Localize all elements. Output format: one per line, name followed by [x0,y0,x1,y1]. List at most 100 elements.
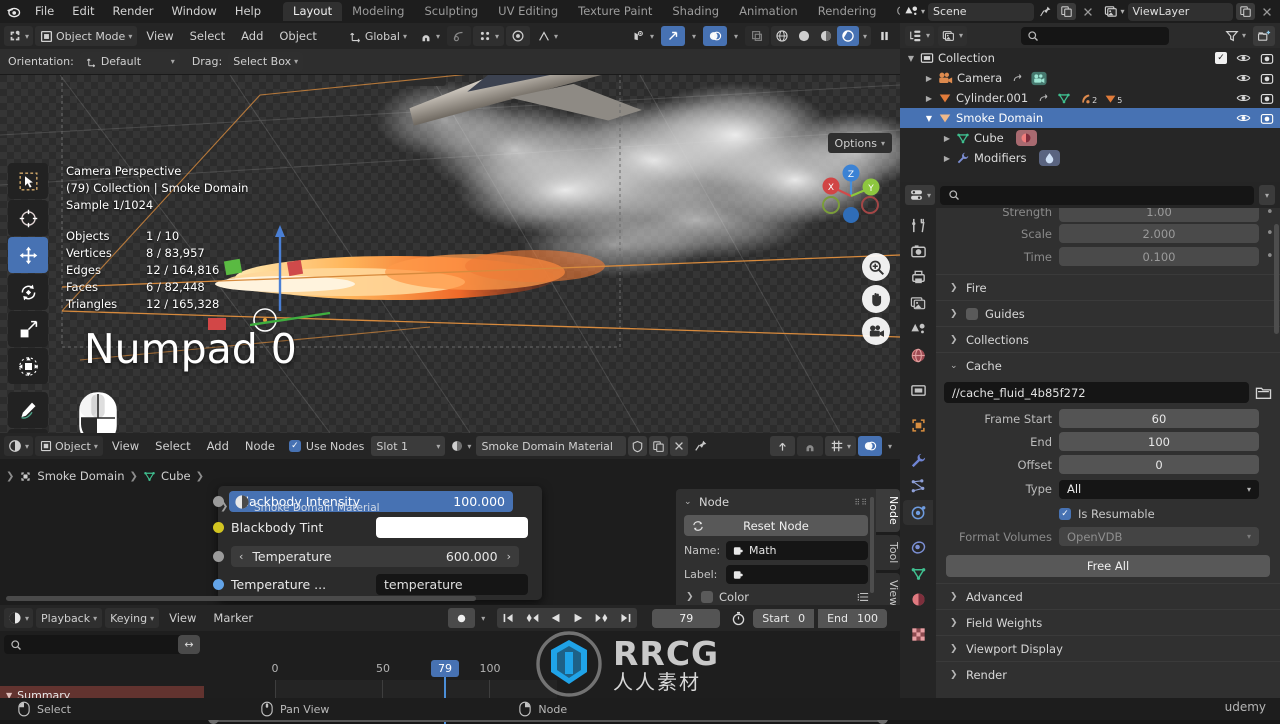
cache-path-input[interactable]: //cache_fluid_4b85f272 [944,382,1249,403]
proportional-falloff-icon[interactable]: ▾ [472,26,504,46]
pan-hand-icon[interactable] [862,285,890,313]
channel-search-input[interactable] [4,635,184,654]
node-menu-view[interactable]: View [105,436,146,456]
properties-tab-constraints[interactable] [903,535,933,560]
material-browse-icon[interactable]: ▾ [447,436,474,456]
material-icon[interactable] [1015,130,1037,146]
camera-render-icon[interactable] [1260,72,1274,85]
properties-tab-collection[interactable] [903,378,933,403]
animate-dot-icon[interactable]: • [1266,208,1274,220]
node-panel-header[interactable]: ⌄ Node ⠿⠿ [676,489,876,513]
properties-tab-world[interactable] [903,343,933,368]
annotate-tool[interactable] [8,392,48,428]
node-expand-chevron-icon[interactable]: ❯ [220,501,228,512]
mesh-data-icon[interactable] [1057,91,1071,105]
properties-tab-material[interactable] [903,587,933,612]
viewlayer-name-field[interactable]: ViewLayer [1127,2,1233,21]
animate-dot-icon[interactable]: • [1266,249,1274,264]
offset-value[interactable]: 0 [1059,455,1259,474]
end-frame-field[interactable]: End 100 [818,608,887,628]
cache-end-value[interactable]: 100 [1059,432,1259,451]
properties-search-input[interactable] [940,185,1254,205]
expand-triangle-icon[interactable]: ▶ [924,74,934,83]
viewport-menu-add[interactable]: Add [234,26,270,46]
properties-section-fire[interactable]: ❯ Fire [936,274,1280,300]
reset-node-button[interactable]: Reset Node [684,515,868,536]
proportional-curve-icon[interactable]: ▾ [532,26,563,46]
menu-window[interactable]: Window [162,0,225,23]
properties-tab-modifier[interactable] [903,448,933,473]
node-socket-icon[interactable] [213,522,224,533]
snap-magnet-icon[interactable]: ▾ [414,26,445,46]
material-slot-selector[interactable]: Slot 1 ▾ [371,436,446,456]
node-label-input[interactable] [726,565,868,584]
guides-checkbox[interactable] [966,307,978,320]
gizmo-dropdown-icon[interactable]: ▾ [687,26,701,46]
blackbody-tint-color-swatch[interactable] [376,517,528,538]
viewport-options-button[interactable]: Options ▾ [827,133,892,153]
shader-type-selector[interactable]: Object ▾ [35,436,103,456]
tab-uv-editing[interactable]: UV Editing [488,2,568,21]
drag-selector[interactable]: Select Box ▾ [228,51,304,72]
format-volumes-dropdown[interactable]: OpenVDB ▾ [1059,527,1259,546]
expand-triangle-icon[interactable]: ▼ [924,114,934,123]
node-sidebar-tab-node[interactable]: Node [876,489,900,532]
expand-triangle-icon[interactable]: ▶ [942,154,952,163]
properties-section-collections[interactable]: ❯ Collections [936,326,1280,352]
jump-to-end-icon[interactable] [614,608,637,628]
shading-dropdown-icon[interactable]: ▾ [859,26,871,46]
pin-icon[interactable] [690,436,712,456]
list-options-icon[interactable]: ⁝☰ [857,591,869,604]
animate-dot-icon[interactable]: • [1266,226,1274,241]
node-menu-node[interactable]: Node [238,436,282,456]
auto-keying-button[interactable] [448,608,476,628]
timeline-menu-marker[interactable]: Marker [206,608,260,628]
orientation-selector[interactable]: Default ▾ [79,51,180,72]
eye-icon[interactable] [1236,112,1251,124]
pin-scene-icon[interactable] [1037,5,1054,18]
tab-sculpting[interactable]: Sculpting [414,2,488,21]
properties-tab-data[interactable] [903,561,933,586]
eye-icon[interactable] [1236,52,1251,64]
properties-section-cache[interactable]: ⌄ Cache [936,352,1280,378]
filter-toggle-icon[interactable]: ↔ [178,635,200,654]
eye-icon[interactable] [1236,72,1251,84]
filter-funnel-icon[interactable]: ▾ [1222,26,1249,46]
properties-section-guides[interactable]: ❯ Guides [936,300,1280,326]
properties-tab-tool[interactable] [903,213,933,238]
breadcrumb-object[interactable]: Smoke Domain [37,469,124,483]
node-menu-add[interactable]: Add [200,436,236,456]
properties-tab-texture[interactable] [903,622,933,647]
outliner-row-smoke-domain[interactable]: ▼ Smoke Domain [900,108,1280,128]
snap-magnet-node-icon[interactable] [796,436,823,456]
camera-view-icon[interactable] [862,317,890,345]
jump-to-start-icon[interactable] [497,608,520,628]
fake-user-shield-icon[interactable] [628,436,648,456]
menu-edit[interactable]: Edit [63,0,103,23]
proportional-edit-icon[interactable] [446,26,471,46]
timeline-body[interactable]: ↔ ▼ Summary 0 50 100 79 [0,631,900,724]
node-editor-canvas[interactable]: ❯ Smoke Domain ❯ Cube ❯ Blackbody Intens… [0,459,900,605]
properties-section-field-weights[interactable]: ❯ Field Weights [936,609,1280,635]
fluid-modifier-icon[interactable] [1038,150,1060,166]
navigation-gizmo[interactable]: Z X Y [818,163,884,229]
scale-value[interactable]: 2.000 [1059,224,1259,243]
zoom-icon[interactable] [862,253,890,281]
viewport-menu-select[interactable]: Select [183,26,232,46]
outliner-row-cylinder[interactable]: ▶ Cylinder.001 2 5 [900,88,1280,108]
outliner-row-collection[interactable]: ▼ Collection ✓ [900,48,1280,68]
object-mode-selector[interactable]: Object Mode ▾ [35,26,138,46]
outliner-row-cube[interactable]: ▶ Cube [900,128,1280,148]
modifier-icon-group[interactable]: 2 [1079,92,1097,105]
outliner-row-camera[interactable]: ▶ Camera [900,68,1280,88]
node-name-input[interactable]: Math [726,541,868,560]
drag-handle-icon[interactable]: ⠿⠿ [854,498,868,507]
scene-selector[interactable]: ▾ [904,4,925,19]
editor-type-3dview-icon[interactable]: ▾ [4,26,34,46]
camera-render-icon[interactable] [1260,112,1274,125]
scene-name-field[interactable]: Scene [928,2,1034,21]
new-scene-icon[interactable] [1056,3,1076,20]
snap-grid-icon[interactable]: ▾ [824,436,856,456]
node-menu-select[interactable]: Select [148,436,197,456]
close-scene-icon[interactable] [1079,6,1097,18]
